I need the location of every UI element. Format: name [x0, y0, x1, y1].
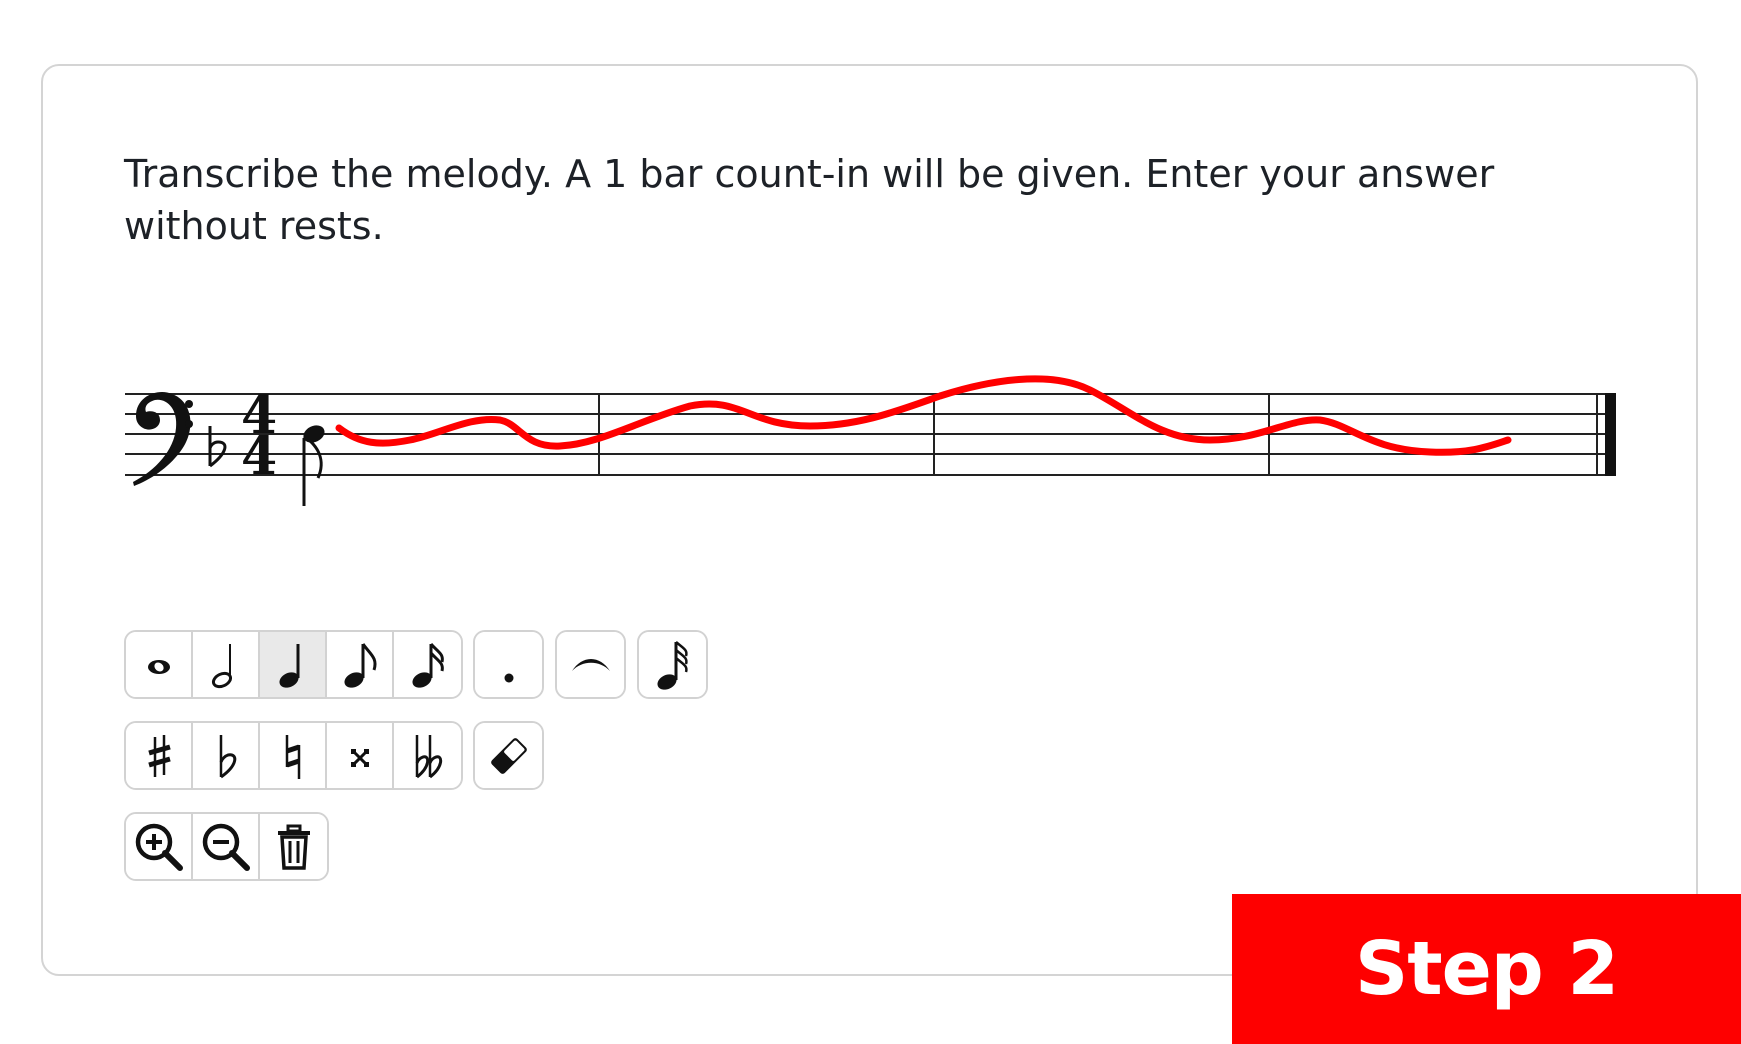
- trash-icon: [277, 824, 310, 870]
- flat-icon: [219, 734, 236, 778]
- dot-toolbar: [473, 630, 544, 699]
- zoom-out-button[interactable]: [193, 814, 260, 879]
- tie-toolbar: [555, 630, 626, 699]
- quarter-note-icon: [278, 643, 299, 688]
- whole-note-icon: [147, 659, 170, 674]
- half-note-button[interactable]: [193, 632, 260, 697]
- dot-button[interactable]: [475, 632, 542, 697]
- eraser-toolbar: [473, 721, 544, 790]
- natural-icon: [285, 734, 300, 779]
- half-note-icon: [211, 643, 232, 688]
- thirty-second-toolbar: [637, 630, 708, 699]
- sixteenth-note-button[interactable]: [394, 632, 461, 697]
- tie-icon: [571, 658, 610, 671]
- dot-icon: [504, 673, 513, 682]
- sharp-button[interactable]: [126, 723, 193, 788]
- eraser-icon: [490, 737, 527, 774]
- double-flat-icon: [415, 734, 442, 778]
- tie-button[interactable]: [557, 632, 624, 697]
- sixteenth-note-icon: [411, 642, 444, 688]
- accidental-toolbar: [124, 721, 463, 790]
- question-instructions: Transcribe the melody. A 1 bar count-in …: [124, 152, 1495, 248]
- eighth-note-button[interactable]: [327, 632, 394, 697]
- thirty-second-note-icon: [656, 640, 688, 690]
- eighth-note-icon: [343, 642, 376, 688]
- whole-note-button[interactable]: [126, 632, 193, 697]
- thirty-second-note-button[interactable]: [639, 632, 706, 697]
- natural-button[interactable]: [260, 723, 327, 788]
- zoom-out-icon: [202, 823, 250, 871]
- double-flat-button[interactable]: [394, 723, 461, 788]
- flat-button[interactable]: [193, 723, 260, 788]
- zoom-in-icon: [135, 823, 183, 871]
- double-sharp-icon: [350, 748, 369, 767]
- view-toolbar: [124, 812, 329, 881]
- clear-score-button[interactable]: [260, 814, 327, 879]
- double-sharp-button[interactable]: [327, 723, 394, 788]
- quarter-note-button[interactable]: [260, 632, 327, 697]
- duration-toolbar: [124, 630, 463, 699]
- step-badge: Step 2: [1232, 894, 1741, 1044]
- zoom-in-button[interactable]: [126, 814, 193, 879]
- sharp-icon: [147, 734, 171, 777]
- eraser-button[interactable]: [475, 723, 542, 788]
